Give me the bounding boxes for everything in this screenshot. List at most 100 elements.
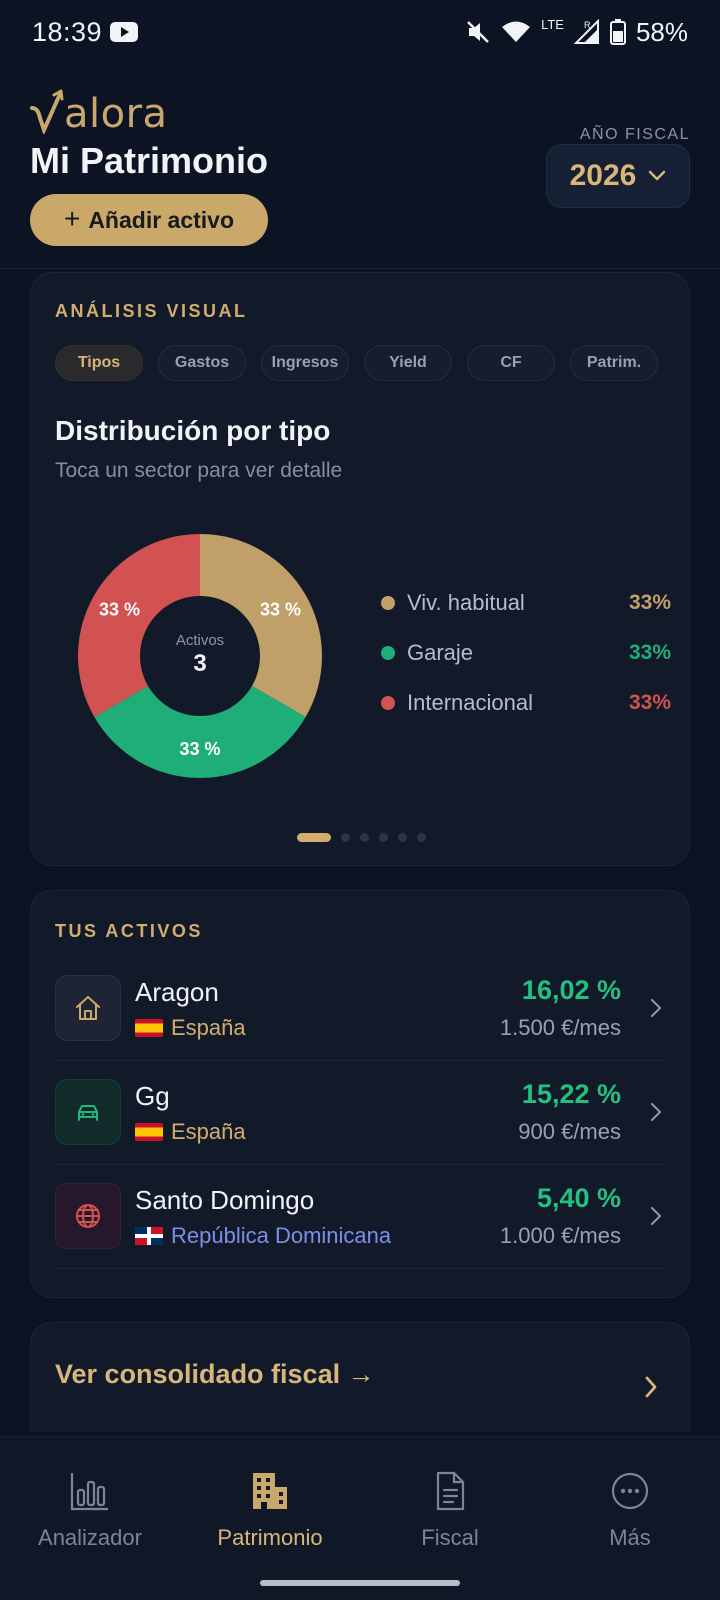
donut-slice-garaje[interactable] (94, 686, 306, 778)
asset-name: Aragon (135, 977, 219, 1007)
tab-tipos[interactable]: Tipos (55, 345, 143, 381)
visual-analysis-card: ANÁLISIS VISUAL Tipos Gastos Ingresos Yi… (30, 272, 690, 866)
car-icon (55, 1079, 121, 1145)
asset-yield: 5,40 % (536, 1183, 621, 1213)
page-title: Mi Patrimonio (30, 140, 269, 181)
asset-row-santo-domingo[interactable]: Santo Domingo República Dominicana 5,40 … (55, 1165, 667, 1269)
donut-chart: 33 % 33 % 33 % Activos 3 (78, 534, 322, 778)
asset-country: República Dominicana (135, 1223, 391, 1249)
donut-slice-label: 33 % (260, 600, 301, 620)
more-icon (540, 1469, 720, 1513)
chevron-down-icon (649, 170, 666, 181)
chart-pager (31, 833, 691, 842)
signal-icon: R (573, 19, 599, 44)
svg-text:R: R (584, 20, 591, 30)
logo-v-arrow-icon (30, 89, 64, 134)
nav-label: Fiscal (421, 1525, 479, 1550)
donut-center-label: Activos (176, 632, 224, 649)
document-icon (360, 1469, 540, 1513)
asset-name: Santo Domingo (135, 1185, 315, 1215)
app-screen: 18:39 LTE R 58% alora Mi Patrimonio + Añ… (0, 0, 720, 1600)
battery-percentage: 58% (635, 16, 688, 47)
bar-chart-icon (0, 1469, 180, 1513)
legend-item[interactable]: Viv. habitual 33% (381, 578, 671, 628)
asset-rent: 900 €/mes (518, 1119, 621, 1144)
network-type: LTE (541, 16, 564, 32)
donut-slice-label: 33 % (179, 739, 220, 759)
legend-value: 33% (628, 591, 671, 614)
nav-item-analizador[interactable]: Analizador (0, 1469, 180, 1551)
legend-label: Garaje (407, 640, 474, 665)
tab-cf[interactable]: CF (467, 345, 555, 381)
battery-icon (609, 19, 626, 45)
building-icon (180, 1469, 360, 1513)
asset-name: Gg (135, 1081, 170, 1111)
house-icon (55, 975, 121, 1041)
donut-slice-internacional[interactable] (78, 534, 200, 717)
chevron-right-icon (650, 1206, 662, 1226)
tab-gastos[interactable]: Gastos (158, 345, 246, 381)
pager-dot[interactable] (397, 833, 407, 842)
pager-dot[interactable] (416, 833, 426, 842)
nav-label: Más (609, 1525, 651, 1550)
fiscal-year-select[interactable]: 2026 (546, 144, 690, 208)
legend-item[interactable]: Garaje 33% (381, 628, 671, 678)
status-time: 18:39 (32, 16, 103, 47)
asset-row-aragon[interactable]: Aragon España 16,02 % 1.500 €/mes (55, 957, 667, 1061)
tab-ingresos[interactable]: Ingresos (261, 345, 349, 381)
header-divider (0, 268, 720, 269)
tab-patrim[interactable]: Patrim. (570, 345, 658, 381)
nav-item-fiscal[interactable]: Fiscal (360, 1469, 540, 1551)
asset-country-name: República Dominicana (171, 1223, 392, 1248)
chart-subtitle: Toca un sector para ver detalle (55, 459, 343, 482)
header: alora Mi Patrimonio + Añadir activo AÑO … (0, 64, 720, 269)
section-label-analysis: ANÁLISIS VISUAL (55, 301, 248, 321)
assets-card: TUS ACTIVOS Aragon España 16,02 % 1.500 … (30, 890, 690, 1298)
pager-dot[interactable] (378, 833, 388, 842)
logo-text: alora (64, 91, 168, 137)
nav-label: Analizador (38, 1525, 142, 1550)
consolidated-fiscal-link[interactable]: Ver consolidado fiscal → (55, 1359, 375, 1390)
status-icons: LTE R 58% (465, 17, 688, 48)
fiscal-year-value: 2026 (569, 159, 637, 192)
legend-value: 33% (628, 641, 671, 664)
asset-yield: 15,22 % (521, 1079, 621, 1109)
dominican-republic-flag-icon (135, 1227, 163, 1245)
chevron-right-icon (650, 1102, 662, 1122)
nav-label: Patrimonio (217, 1525, 323, 1550)
add-asset-button[interactable]: + Añadir activo (30, 194, 268, 246)
legend-value: 33% (628, 691, 671, 714)
tab-yield[interactable]: Yield (364, 345, 452, 381)
legend-label: Internacional (407, 690, 533, 715)
legend-item[interactable]: Internacional 33% (381, 678, 671, 728)
pager-dot[interactable] (359, 833, 369, 842)
add-asset-label: Añadir activo (88, 206, 235, 233)
asset-country: España (135, 1015, 246, 1041)
analysis-tabs: Tipos Gastos Ingresos Yield CF Patrim. (55, 345, 658, 381)
donut-center-value: 3 (193, 650, 206, 677)
nav-item-mas[interactable]: Más (540, 1469, 720, 1551)
chevron-right-icon (650, 998, 662, 1018)
plus-icon: + (63, 203, 81, 234)
consolidated-fiscal-card[interactable]: Ver consolidado fiscal → (30, 1322, 690, 1432)
chart-title: Distribución por tipo (55, 415, 331, 446)
asset-yield: 16,02 % (521, 975, 621, 1005)
globe-icon (55, 1183, 121, 1249)
nav-item-patrimonio[interactable]: Patrimonio (180, 1469, 360, 1551)
chevron-right-icon (645, 1376, 657, 1398)
asset-rent: 1.500 €/mes (499, 1015, 621, 1040)
spain-flag-icon (135, 1019, 163, 1037)
asset-row-gg[interactable]: Gg España 15,22 % 900 €/mes (55, 1061, 667, 1165)
home-indicator[interactable] (260, 1580, 460, 1586)
fiscal-year-label: AÑO FISCAL (579, 126, 690, 143)
wifi-icon (502, 21, 531, 42)
app-logo: alora (30, 84, 168, 134)
donut-slice-viv-habitual[interactable] (200, 534, 322, 717)
asset-country-name: España (171, 1119, 246, 1144)
asset-rent: 1.000 €/mes (499, 1223, 621, 1248)
legend-dot (381, 646, 395, 660)
pager-dot[interactable] (296, 833, 331, 842)
pager-dot[interactable] (340, 833, 350, 842)
mute-icon (467, 21, 489, 43)
bottom-navigation: Analizador Patrimonio Fiscal Más (0, 1436, 720, 1600)
